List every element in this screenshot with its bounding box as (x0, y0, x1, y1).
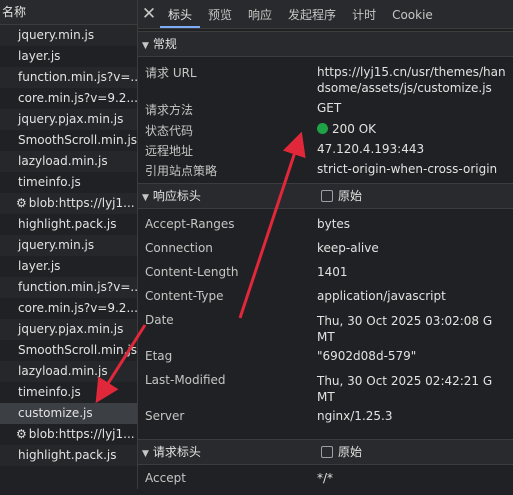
file-name: timeinfo.js (18, 175, 81, 189)
expand-triangle-icon: ▼ (142, 449, 149, 459)
file-name: layer.js (18, 49, 61, 63)
details-tabbar: ✕ 标头 预览 响应 发起程序 计时 Cookie (138, 0, 513, 29)
request-list-item[interactable]: function.min.js?v=... (0, 67, 137, 88)
raw-checkbox[interactable] (321, 190, 333, 202)
request-list-item[interactable]: jquery.min.js (0, 25, 137, 46)
header-row: Accept-Ranges bytes (145, 217, 351, 231)
header-row: Content-Length 1401 (145, 265, 348, 279)
gear-icon: ⚙ (16, 196, 27, 210)
file-name: highlight.pack.js (18, 448, 117, 462)
response-headers-section: Accept-Ranges bytes Connection keep-alive … (138, 209, 513, 439)
file-name: core.min.js?v=9.2... (18, 91, 137, 105)
header-row: Last-Modified Thu, 30 Oct 2025 02:42:21 G… (145, 373, 493, 404)
file-name: function.min.js?v=... (18, 70, 137, 84)
request-list-item[interactable]: layer.js (0, 46, 137, 67)
file-name: SmoothScroll.min.js (18, 343, 137, 357)
request-list-item[interactable]: SmoothScroll.min.js (0, 130, 137, 151)
header-row: Connection keep-alive (145, 241, 379, 255)
header-row: Accept */* (145, 471, 334, 485)
expand-triangle-icon: ▼ (142, 193, 149, 203)
request-list-item[interactable]: jquery.pjax.min.js (0, 109, 137, 130)
status-ok-icon (317, 123, 328, 134)
expand-triangle-icon: ▼ (142, 41, 149, 51)
request-list-item[interactable]: jquery.min.js (0, 235, 137, 256)
request-list-item[interactable]: core.min.js?v=9.2... (0, 88, 137, 109)
request-headers-title: 请求标头 (152, 445, 201, 459)
file-name: blob:https://lyj1... (28, 427, 135, 441)
response-headers-section-header[interactable]: ▼ 响应标头 原始 (138, 183, 513, 209)
general-section: 请求 URL https://lyj15.cn/usr/themes/hands… (138, 57, 513, 183)
header-row: Date Thu, 30 Oct 2025 03:02:08 GMT (145, 313, 493, 344)
gear-icon: ⚙ (16, 427, 27, 441)
request-list-item[interactable]: ⚙ blob:https://lyj1... (0, 193, 137, 214)
file-name: jquery.min.js (18, 238, 95, 252)
header-row: Content-Type application/javascript (145, 289, 446, 303)
file-name: layer.js (18, 259, 61, 273)
request-headers-section-header[interactable]: ▼ 请求标头 原始 (138, 439, 513, 465)
row-remote-address: 远程地址 47.120.4.193:443 (145, 142, 425, 158)
request-list: 名称 jquery.min.js layer.js function.min.js?… (0, 0, 138, 489)
row-status-code: 状态代码 200 OK (145, 122, 377, 138)
request-headers-section: Accept */* (138, 465, 513, 495)
tab-preview[interactable]: 预览 (200, 2, 240, 28)
raw-toggle[interactable]: 原始 (321, 184, 362, 208)
header-row: Etag "6902d08d-579" (145, 349, 417, 363)
file-name: blob:https://lyj1... (28, 196, 135, 210)
request-list-item[interactable]: timeinfo.js (0, 172, 137, 193)
header-row: Server nginx/1.25.3 (145, 409, 393, 423)
details-panel: ✕ 标头 预览 响应 发起程序 计时 Cookie ▼ 常规 请求 URL htt… (138, 0, 513, 489)
request-list-item[interactable]: ⚙ blob:https://lyj1... (0, 424, 137, 445)
file-name: lazyload.min.js (18, 154, 108, 168)
file-name: lazyload.min.js (18, 364, 108, 378)
general-section-header[interactable]: ▼ 常规 (138, 31, 513, 57)
tab-cookie[interactable]: Cookie (384, 2, 441, 28)
response-headers-title: 响应标头 (152, 189, 201, 203)
request-list-item[interactable]: core.min.js?v=9.2... (0, 298, 137, 319)
file-name: function.min.js?v=... (18, 280, 137, 294)
request-list-item[interactable]: highlight.pack.js (0, 214, 137, 235)
status-text: 200 OK (332, 122, 377, 136)
request-list-item[interactable]: lazyload.min.js (0, 361, 137, 382)
request-list-item[interactable]: jquery.pjax.min.js (0, 319, 137, 340)
request-list-item[interactable]: highlight.pack.js (0, 445, 137, 466)
file-name: SmoothScroll.min.js (18, 133, 137, 147)
request-list-item[interactable]: SmoothScroll.min.js (0, 340, 137, 361)
close-icon[interactable]: ✕ (138, 0, 160, 28)
raw-checkbox[interactable] (321, 446, 333, 458)
file-name: timeinfo.js (18, 385, 81, 399)
general-title: 常规 (152, 37, 177, 51)
tab-headers[interactable]: 标头 (160, 2, 201, 28)
file-name: jquery.min.js (18, 28, 95, 42)
request-list-item[interactable]: function.min.js?v=... (0, 277, 137, 298)
file-name: jquery.pjax.min.js (18, 322, 124, 336)
row-request-url: 请求 URL https://lyj15.cn/usr/themes/hands… (145, 65, 506, 95)
row-referrer-policy: 引用站点策略 strict-origin-when-cross-origin (145, 162, 498, 178)
raw-toggle[interactable]: 原始 (321, 440, 362, 464)
request-list-item[interactable]: layer.js (0, 256, 137, 277)
file-name: highlight.pack.js (18, 217, 117, 231)
request-list-item[interactable]: timeinfo.js (0, 382, 137, 403)
request-list-item[interactable]: customize.js (0, 403, 137, 424)
name-column-header[interactable]: 名称 (0, 0, 137, 25)
tab-response[interactable]: 响应 (240, 2, 280, 28)
request-list-item[interactable]: lazyload.min.js (0, 151, 137, 172)
tab-initiator[interactable]: 发起程序 (280, 2, 344, 28)
row-request-method: 请求方法 GET (145, 101, 342, 117)
file-list: jquery.min.js layer.js function.min.js?v=.… (0, 25, 137, 466)
file-name: core.min.js?v=9.2... (18, 301, 137, 315)
tab-timing[interactable]: 计时 (344, 2, 384, 28)
file-name: customize.js (18, 406, 93, 420)
file-name: jquery.pjax.min.js (18, 112, 124, 126)
